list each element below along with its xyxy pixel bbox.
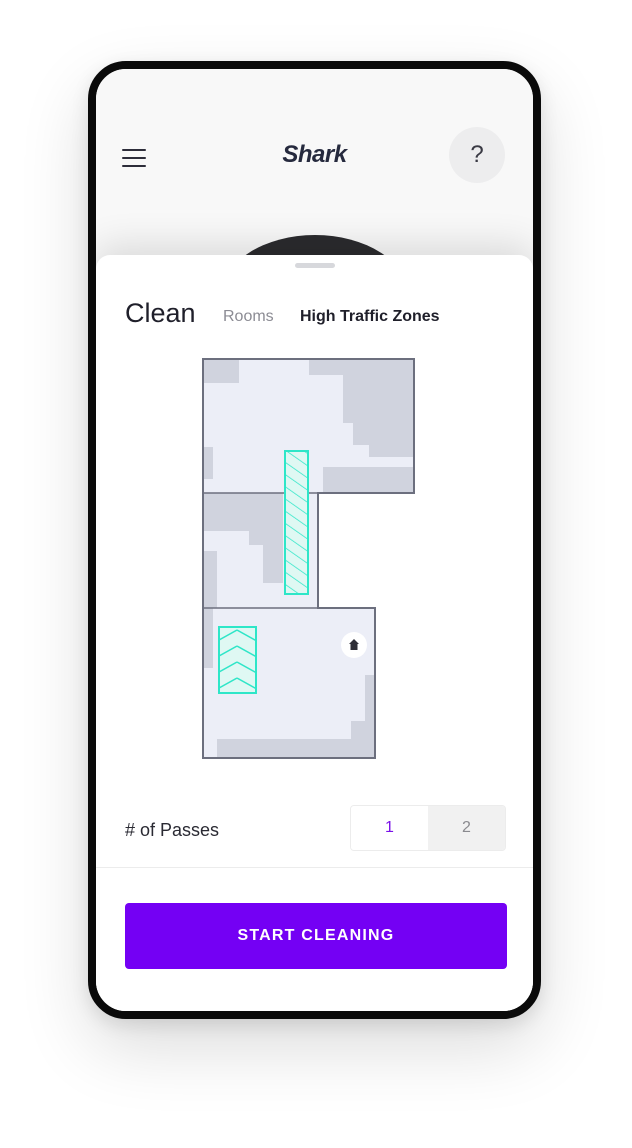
hamburger-menu-icon [122,149,146,151]
clean-bottom-sheet: Clean Rooms High Traffic Zones # of Pass… [96,255,533,1011]
floor-map-svg [202,358,415,759]
passes-label: # of Passes [125,820,220,840]
app-screen: Shark ? Clean Rooms High Traffic Zones #… [96,69,533,1011]
sheet-title-clean: Clean [125,298,196,328]
app-logo: Shark [282,141,347,168]
pass-option-2[interactable]: 2 [428,806,505,850]
start-cleaning-button[interactable]: START CLEANING [125,903,507,969]
pass-option-1[interactable]: 1 [351,806,428,850]
tab-high-traffic-zones[interactable]: High Traffic Zones [300,308,440,326]
menu-button[interactable] [122,147,148,169]
phone-frame: Shark ? Clean Rooms High Traffic Zones #… [88,61,541,1019]
high-traffic-zone-2[interactable] [218,626,257,694]
home-dock-icon [341,632,367,658]
tab-rooms[interactable]: Rooms [223,308,274,326]
divider [96,867,533,868]
help-button[interactable]: ? [449,127,505,183]
question-mark-icon: ? [470,141,484,168]
stage: Shark ? Clean Rooms High Traffic Zones #… [0,0,632,1148]
sheet-drag-handle[interactable] [295,263,335,268]
passes-selector: 1 2 [350,805,506,851]
floor-map [201,355,421,765]
high-traffic-zone-1[interactable] [284,450,309,595]
